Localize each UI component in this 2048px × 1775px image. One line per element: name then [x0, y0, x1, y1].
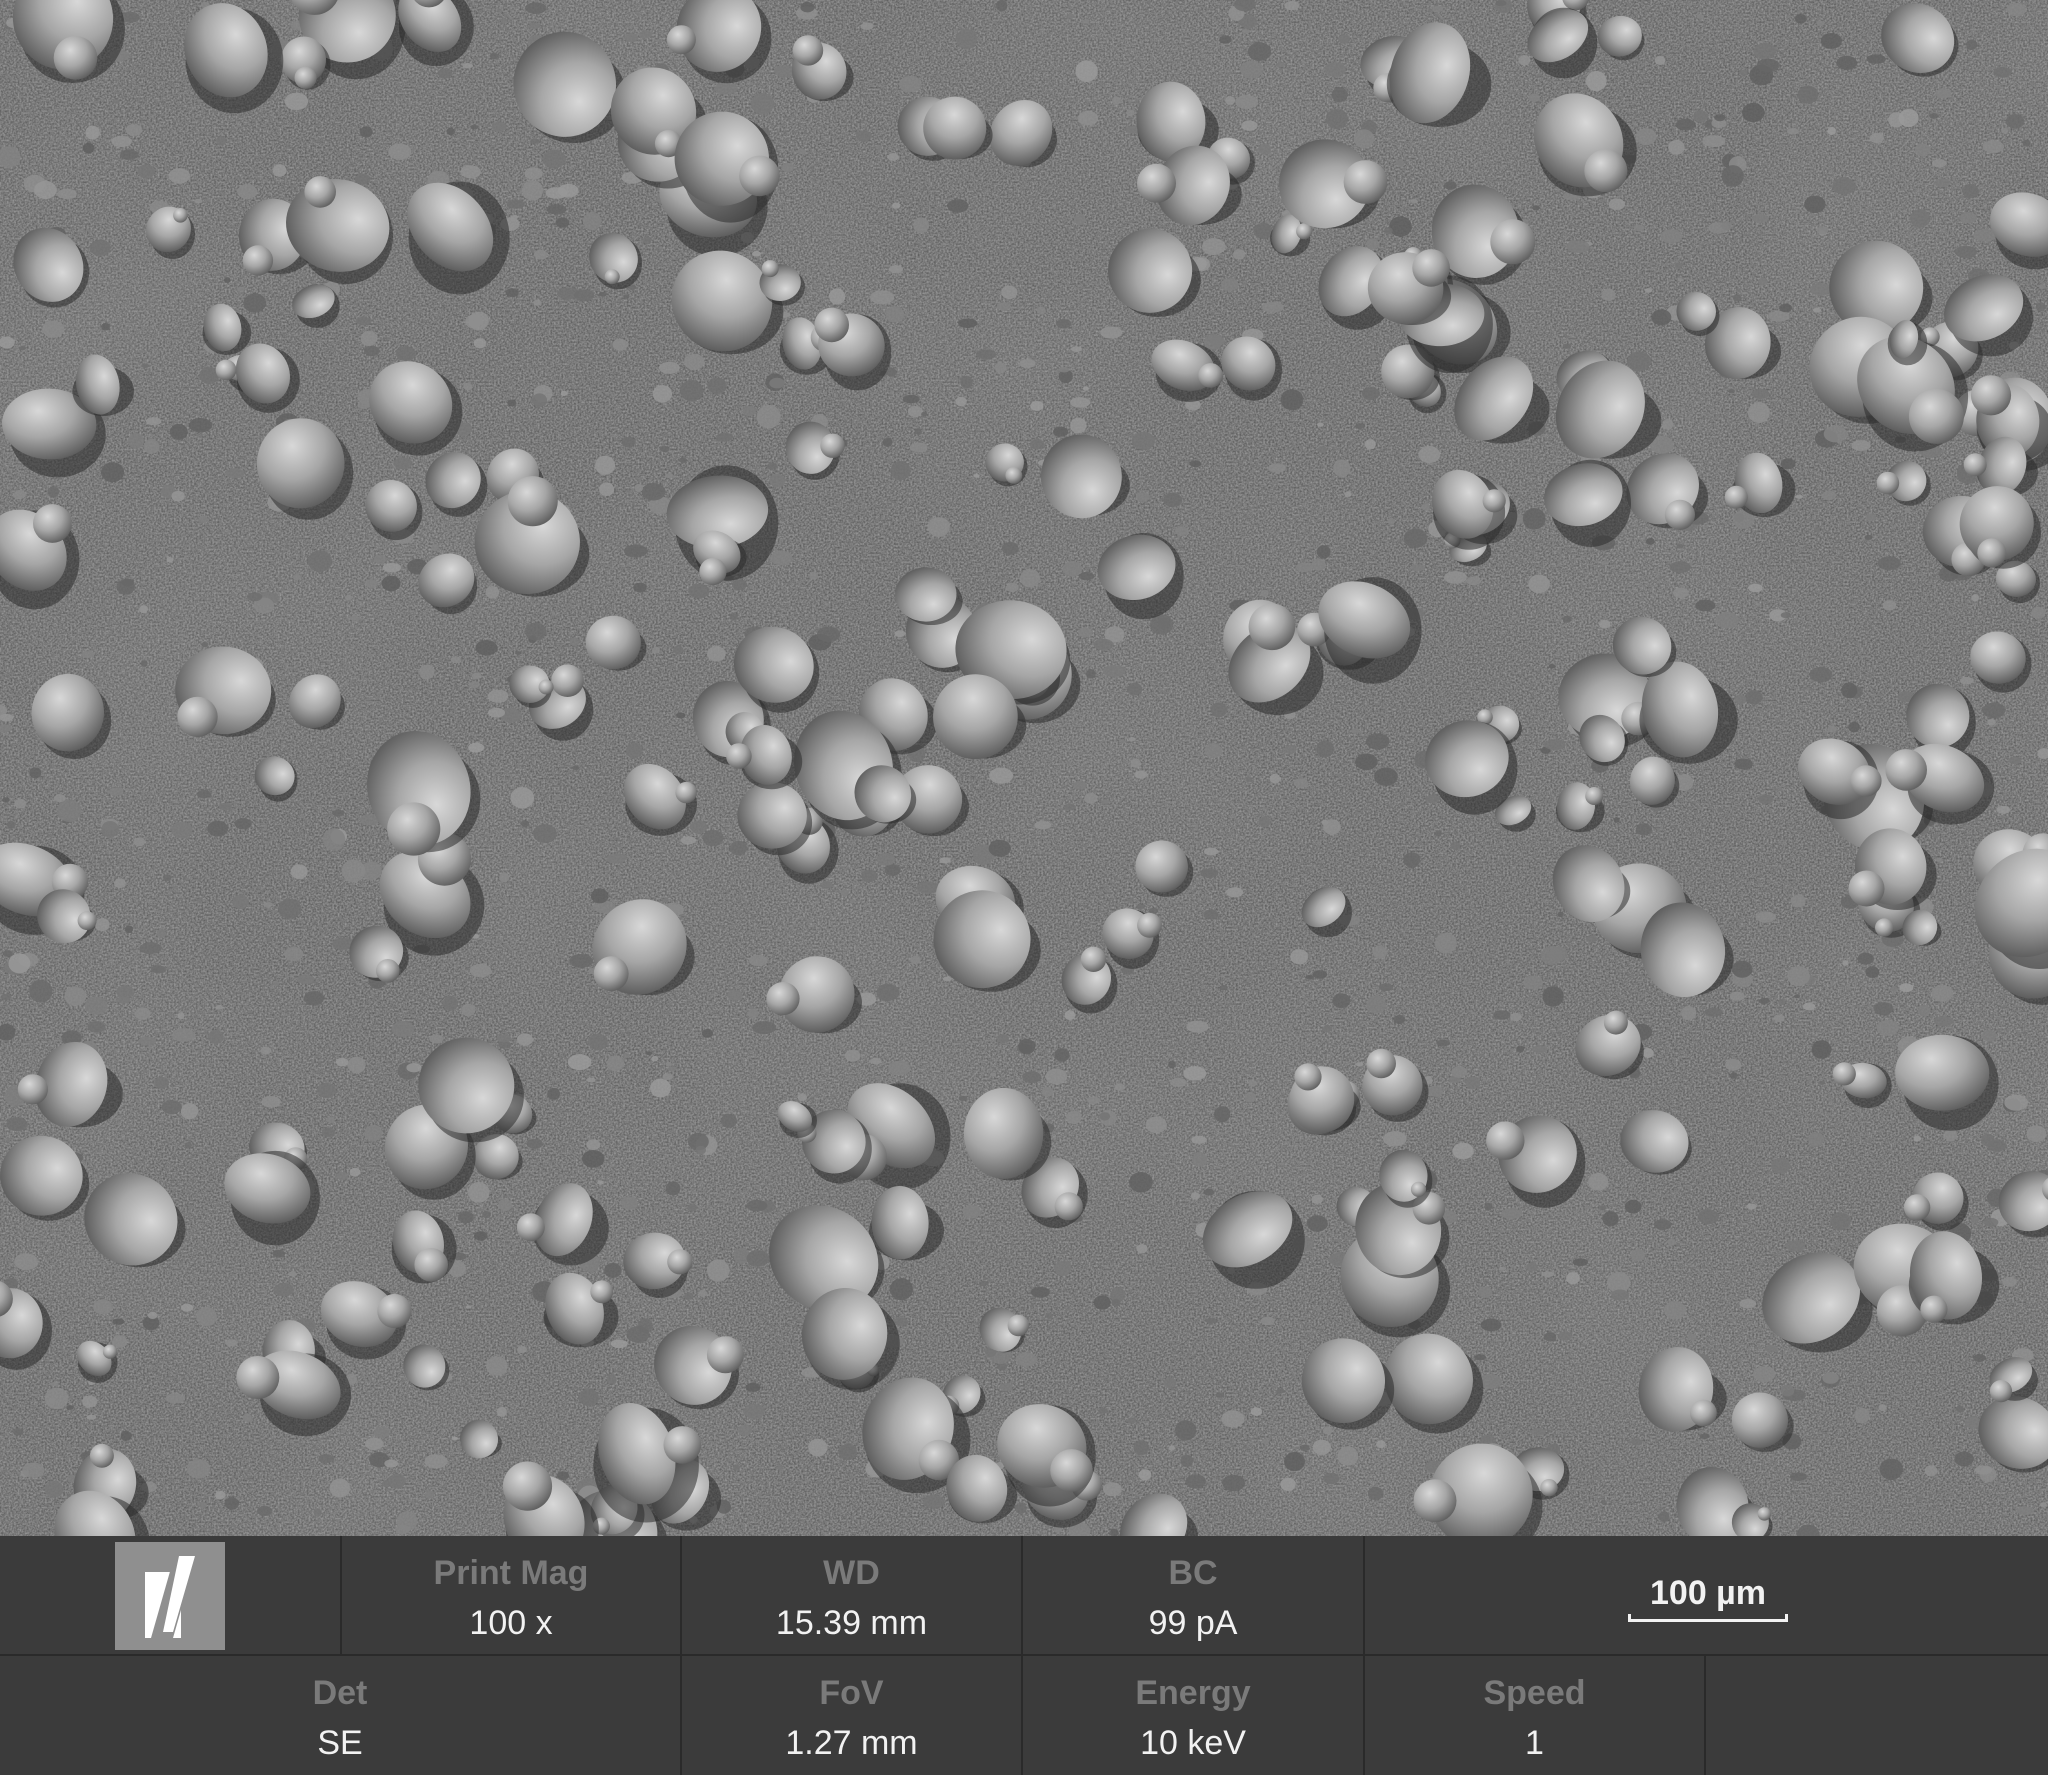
- fov-cell: FoV 1.27 mm: [682, 1656, 1023, 1775]
- wd-cell: WD 15.39 mm: [682, 1536, 1023, 1656]
- empty-cell: [1706, 1656, 2048, 1775]
- speed-value: 1: [1525, 1724, 1544, 1762]
- bc-cell: BC 99 pA: [1023, 1536, 1365, 1656]
- metadata-bar: Print Mag 100 x WD 15.39 mm BC 99 pA Det…: [0, 1536, 2048, 1775]
- bc-label: BC: [1168, 1554, 1218, 1592]
- print-mag-label: Print Mag: [433, 1554, 589, 1592]
- fov-value: 1.27 mm: [785, 1724, 918, 1762]
- speed-cell: Speed 1: [1365, 1656, 1706, 1775]
- bc-value: 99 pA: [1148, 1604, 1238, 1642]
- energy-label: Energy: [1135, 1674, 1251, 1712]
- print-mag-value: 100 x: [469, 1604, 553, 1642]
- wd-label: WD: [823, 1554, 880, 1592]
- det-label: Det: [312, 1674, 368, 1712]
- logo-cell: [0, 1536, 342, 1656]
- scale-bar-label: 100 µm: [1650, 1574, 1766, 1612]
- fov-label: FoV: [819, 1674, 884, 1712]
- print-mag-cell: Print Mag 100 x: [342, 1536, 682, 1656]
- det-value: SE: [317, 1724, 363, 1762]
- energy-cell: Energy 10 keV: [1023, 1656, 1365, 1775]
- det-cell: Det SE: [0, 1656, 682, 1775]
- energy-value: 10 keV: [1140, 1724, 1246, 1762]
- speed-label: Speed: [1483, 1674, 1586, 1712]
- wd-value: 15.39 mm: [775, 1604, 928, 1642]
- scale-bar: [1628, 1614, 1788, 1622]
- sem-micrograph: [0, 0, 2048, 1536]
- instrument-logo-icon: [115, 1542, 225, 1650]
